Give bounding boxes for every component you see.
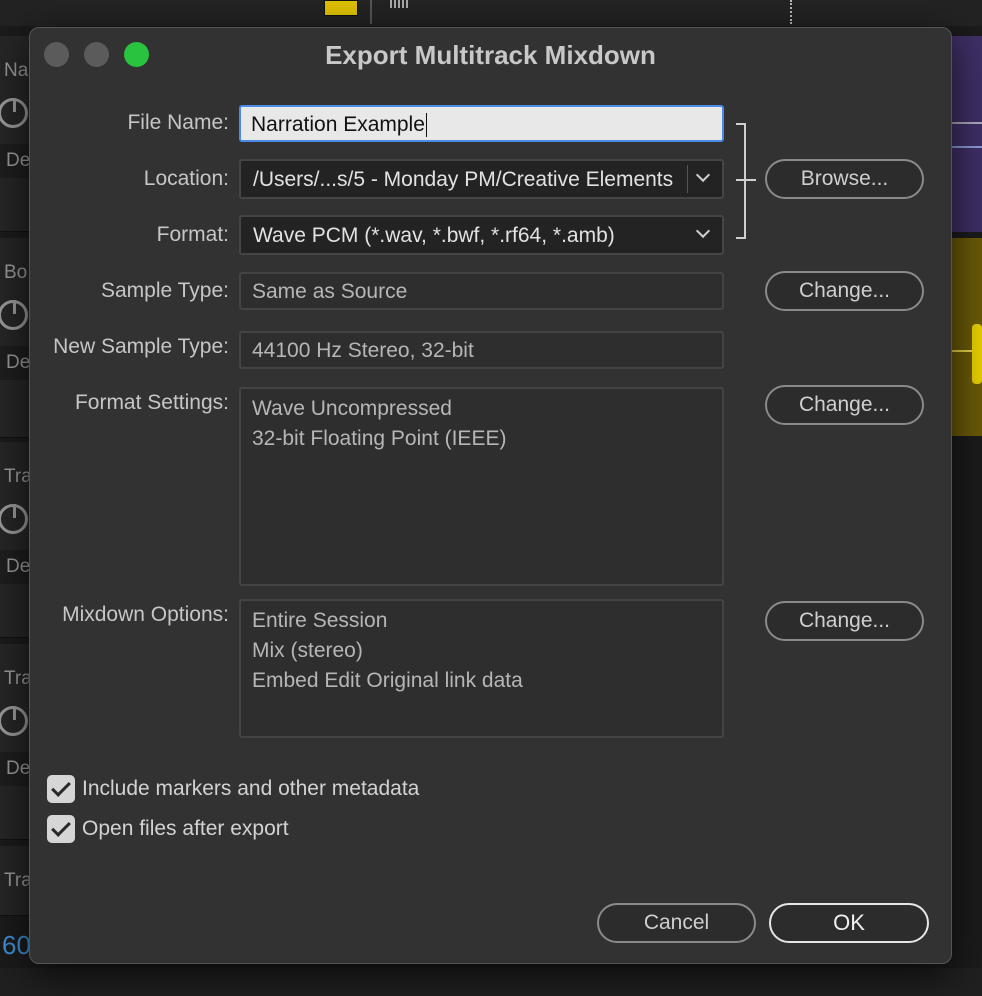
- change-mixdown-options-button[interactable]: Change...: [765, 601, 924, 641]
- cancel-button[interactable]: Cancel: [597, 903, 756, 943]
- include-markers-checkbox[interactable]: [47, 775, 75, 803]
- open-files-label[interactable]: Open files after export: [82, 815, 289, 843]
- status-bar: [0, 968, 982, 996]
- track-name: Tra: [4, 668, 32, 689]
- track-name: Tra: [4, 870, 32, 891]
- track-output[interactable]: De: [0, 346, 30, 380]
- format-value: Wave PCM (*.wav, *.bwf, *.rf64, *.amb): [253, 224, 615, 247]
- dialog-title: Export Multitrack Mixdown: [325, 40, 656, 70]
- chevron-down-icon: [695, 167, 711, 183]
- browse-button[interactable]: Browse...: [765, 159, 924, 199]
- export-dialog: Export Multitrack Mixdown File Name: Nar…: [29, 27, 952, 964]
- file-name-label: File Name:: [127, 111, 229, 134]
- track-name: Bo: [4, 262, 28, 283]
- open-files-checkbox[interactable]: [47, 815, 75, 843]
- location-select[interactable]: /Users/...s/5 - Monday PM/Creative Eleme…: [239, 159, 724, 199]
- format-settings-label: Format Settings:: [74, 391, 229, 414]
- track-name: Na: [4, 60, 29, 81]
- app-toolbar: [0, 0, 982, 26]
- bracket-connector: [736, 123, 746, 239]
- track-output[interactable]: De: [0, 144, 30, 178]
- location-value: /Users/...s/5 - Monday PM/Creative Eleme…: [253, 168, 674, 191]
- track-output[interactable]: De: [0, 752, 30, 786]
- mixdown-option-line: Embed Edit Original link data: [252, 669, 523, 692]
- sample-type-label: Sample Type:: [100, 279, 229, 302]
- dialog-titlebar[interactable]: Export Multitrack Mixdown: [30, 28, 951, 82]
- chevron-down-icon: [695, 223, 711, 239]
- volume-knob-icon[interactable]: [0, 98, 28, 128]
- new-sample-type-label: New Sample Type:: [53, 335, 229, 358]
- format-label: Format:: [156, 223, 229, 246]
- change-sample-type-button[interactable]: Change...: [765, 271, 924, 311]
- text-caret: [425, 113, 427, 138]
- mixdown-option-line: Entire Session: [252, 609, 388, 632]
- change-format-settings-button[interactable]: Change...: [765, 385, 924, 425]
- mixdown-options-box: Entire Session Mix (stereo) Embed Edit O…: [239, 599, 724, 738]
- ok-button[interactable]: OK: [769, 903, 929, 943]
- new-sample-type-field: 44100 Hz Stereo, 32-bit: [239, 331, 724, 369]
- bracket-connector-tick: [736, 179, 756, 181]
- volume-knob-icon[interactable]: [0, 504, 28, 534]
- include-markers-label[interactable]: Include markers and other metadata: [82, 775, 419, 803]
- format-settings-line: 32-bit Floating Point (IEEE): [252, 427, 507, 450]
- sample-type-field: Same as Source: [239, 272, 724, 310]
- time-display: 60: [2, 930, 31, 960]
- format-settings-line: Wave Uncompressed: [252, 397, 452, 420]
- toolbar-divider: [370, 0, 372, 24]
- select-divider: [687, 165, 688, 193]
- format-select[interactable]: Wave PCM (*.wav, *.bwf, *.rf64, *.amb): [239, 215, 724, 255]
- ruler-ticks: [390, 0, 408, 8]
- level-meter: [324, 0, 358, 16]
- volume-knob-icon[interactable]: [0, 706, 28, 736]
- track-output[interactable]: De: [0, 550, 30, 584]
- file-name-value: Narration Example: [251, 113, 425, 136]
- format-settings-box: Wave Uncompressed 32-bit Floating Point …: [239, 387, 724, 586]
- audio-clip[interactable]: [950, 238, 982, 436]
- mixdown-option-line: Mix (stereo): [252, 639, 363, 662]
- mixdown-options-label: Mixdown Options:: [62, 603, 229, 626]
- location-label: Location:: [143, 167, 229, 190]
- file-name-input[interactable]: Narration Example: [239, 105, 724, 142]
- audio-clip[interactable]: [950, 36, 982, 232]
- playhead-marker: [790, 0, 792, 24]
- track-name: Tra: [4, 466, 32, 487]
- volume-knob-icon[interactable]: [0, 300, 28, 330]
